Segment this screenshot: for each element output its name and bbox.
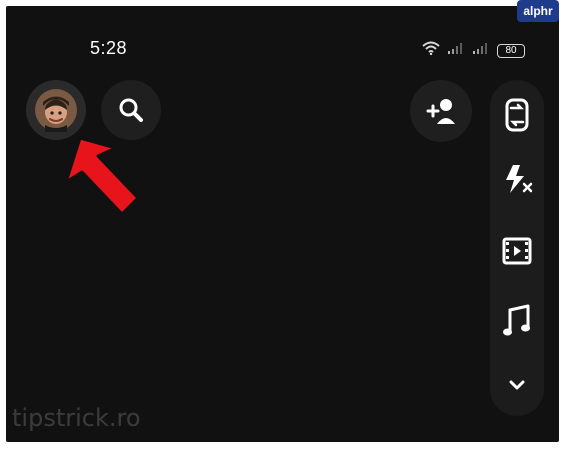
video-mode-button[interactable]: [490, 224, 544, 278]
bitmoji-avatar: [35, 89, 77, 132]
add-friend-icon: [426, 99, 455, 124]
flip-camera-button[interactable]: [490, 88, 544, 142]
music-button[interactable]: [490, 294, 544, 348]
camera-tools-rail: [490, 80, 544, 416]
flash-off-icon: [506, 165, 533, 193]
add-friend-button[interactable]: [410, 80, 472, 142]
screenshot-frame: alphr 5:28 80 tipstrick.ro: [0, 0, 575, 449]
site-watermark: tipstrick.ro: [12, 404, 141, 432]
video-icon: [502, 237, 532, 265]
battery-level: 80: [505, 45, 517, 56]
signal-icon: [447, 41, 465, 60]
flash-button[interactable]: [490, 152, 544, 206]
status-icons: 80: [422, 41, 525, 60]
more-tools-button[interactable]: [490, 358, 544, 412]
alphr-logo: alphr: [517, 0, 559, 22]
chevron-down-icon: [509, 380, 525, 390]
red-arrow-annotation: [64, 136, 140, 216]
signal-icon: [472, 41, 490, 60]
wifi-icon: [422, 41, 440, 60]
battery-indicator: 80: [497, 43, 525, 58]
music-icon: [503, 304, 530, 336]
search-button[interactable]: [101, 80, 161, 140]
search-icon: [119, 98, 143, 122]
flip-camera-icon: [505, 98, 529, 132]
profile-avatar-button[interactable]: [26, 80, 86, 140]
camera-screen: 5:28 80 tipstrick.ro: [6, 6, 559, 442]
status-time: 5:28: [90, 38, 128, 58]
